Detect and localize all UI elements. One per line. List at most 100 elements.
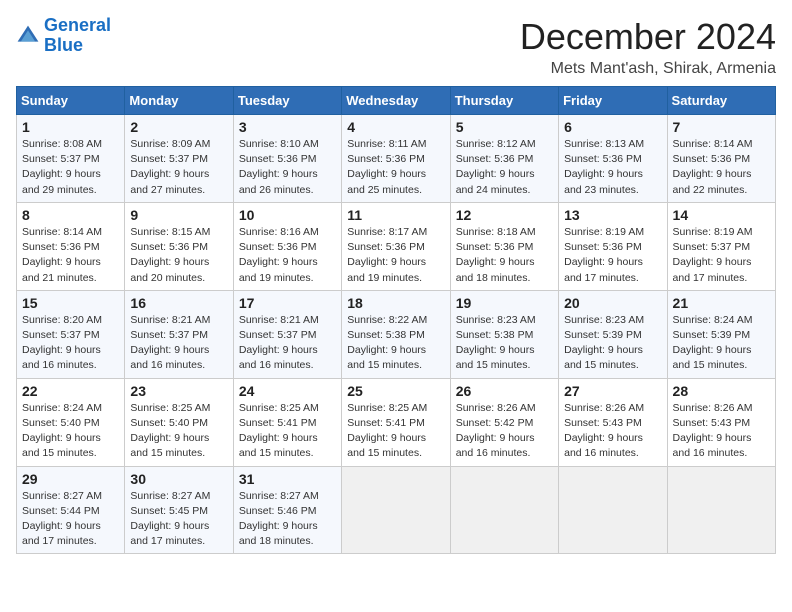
day-info: Sunrise: 8:21 AMSunset: 5:37 PMDaylight:… [130,313,227,374]
day-info: Sunrise: 8:24 AMSunset: 5:40 PMDaylight:… [22,401,119,462]
calendar-cell: 10Sunrise: 8:16 AMSunset: 5:36 PMDayligh… [233,202,341,290]
day-info: Sunrise: 8:26 AMSunset: 5:43 PMDaylight:… [564,401,661,462]
calendar-title: December 2024 [520,16,776,58]
day-info: Sunrise: 8:19 AMSunset: 5:36 PMDaylight:… [564,225,661,286]
day-number: 7 [673,119,770,135]
calendar-cell: 24 Sunrise: 8:25 AMSunset: 5:41 PMDayligh… [233,378,341,466]
day-info: Sunrise: 8:23 AMSunset: 5:38 PMDaylight:… [456,313,553,374]
day-info: Sunrise: 8:12 AMSunset: 5:36 PMDaylight:… [456,137,553,198]
calendar-cell: 6 Sunrise: 8:13 AMSunset: 5:36 PMDaylight… [559,115,667,203]
header-day-friday: Friday [559,87,667,115]
day-info: Sunrise: 8:27 AMSunset: 5:45 PMDaylight:… [130,489,227,550]
calendar-cell: 15Sunrise: 8:20 AMSunset: 5:37 PMDayligh… [17,290,125,378]
day-info: Sunrise: 8:08 AMSunset: 5:37 PMDaylight:… [22,137,119,198]
calendar-header-row: SundayMondayTuesdayWednesdayThursdayFrid… [17,87,776,115]
logo-icon [16,24,40,48]
day-info: Sunrise: 8:14 AMSunset: 5:36 PMDaylight:… [22,225,119,286]
day-number: 30 [130,471,227,487]
calendar-cell: 28 Sunrise: 8:26 AMSunset: 5:43 PMDayligh… [667,378,775,466]
header-day-thursday: Thursday [450,87,558,115]
day-info: Sunrise: 8:26 AMSunset: 5:43 PMDaylight:… [673,401,770,462]
day-number: 27 [564,383,661,399]
day-info: Sunrise: 8:25 AMSunset: 5:41 PMDaylight:… [239,401,336,462]
day-number: 1 [22,119,119,135]
calendar-cell: 4 Sunrise: 8:11 AMSunset: 5:36 PMDaylight… [342,115,450,203]
calendar-cell: 23Sunrise: 8:25 AMSunset: 5:40 PMDayligh… [125,378,233,466]
day-info: Sunrise: 8:21 AMSunset: 5:37 PMDaylight:… [239,313,336,374]
day-info: Sunrise: 8:27 AMSunset: 5:46 PMDaylight:… [239,489,336,550]
calendar-cell: 16 Sunrise: 8:21 AMSunset: 5:37 PMDayligh… [125,290,233,378]
day-info: Sunrise: 8:20 AMSunset: 5:37 PMDaylight:… [22,313,119,374]
calendar-cell: 7 Sunrise: 8:14 AMSunset: 5:36 PMDaylight… [667,115,775,203]
day-number: 29 [22,471,119,487]
day-info: Sunrise: 8:17 AMSunset: 5:36 PMDaylight:… [347,225,444,286]
day-number: 10 [239,207,336,223]
calendar-cell: 3 Sunrise: 8:10 AMSunset: 5:36 PMDaylight… [233,115,341,203]
logo-text: General Blue [44,16,111,56]
day-number: 13 [564,207,661,223]
calendar-cell: 19 Sunrise: 8:23 AMSunset: 5:38 PMDayligh… [450,290,558,378]
day-number: 21 [673,295,770,311]
calendar-cell: 17 Sunrise: 8:21 AMSunset: 5:37 PMDayligh… [233,290,341,378]
calendar-cell: 26Sunrise: 8:26 AMSunset: 5:42 PMDayligh… [450,378,558,466]
week-row-1: 1 Sunrise: 8:08 AMSunset: 5:37 PMDaylight… [17,115,776,203]
calendar-cell: 9Sunrise: 8:15 AMSunset: 5:36 PMDaylight… [125,202,233,290]
week-row-3: 15Sunrise: 8:20 AMSunset: 5:37 PMDayligh… [17,290,776,378]
day-info: Sunrise: 8:23 AMSunset: 5:39 PMDaylight:… [564,313,661,374]
day-number: 23 [130,383,227,399]
day-number: 24 [239,383,336,399]
day-number: 17 [239,295,336,311]
calendar-cell: 29 Sunrise: 8:27 AMSunset: 5:44 PMDayligh… [17,466,125,554]
page-header: General Blue December 2024 Mets Mant'ash… [16,16,776,78]
calendar-cell: 11 Sunrise: 8:17 AMSunset: 5:36 PMDayligh… [342,202,450,290]
calendar-cell: 12 Sunrise: 8:18 AMSunset: 5:36 PMDayligh… [450,202,558,290]
day-info: Sunrise: 8:11 AMSunset: 5:36 PMDaylight:… [347,137,444,198]
day-number: 4 [347,119,444,135]
calendar-cell: 22 Sunrise: 8:24 AMSunset: 5:40 PMDayligh… [17,378,125,466]
day-number: 22 [22,383,119,399]
calendar-cell: 14 Sunrise: 8:19 AMSunset: 5:37 PMDayligh… [667,202,775,290]
day-info: Sunrise: 8:19 AMSunset: 5:37 PMDaylight:… [673,225,770,286]
day-number: 28 [673,383,770,399]
day-info: Sunrise: 8:10 AMSunset: 5:36 PMDaylight:… [239,137,336,198]
day-number: 31 [239,471,336,487]
day-info: Sunrise: 8:09 AMSunset: 5:37 PMDaylight:… [130,137,227,198]
calendar-table: SundayMondayTuesdayWednesdayThursdayFrid… [16,86,776,554]
day-number: 11 [347,207,444,223]
calendar-cell: 21 Sunrise: 8:24 AMSunset: 5:39 PMDayligh… [667,290,775,378]
calendar-cell: 13 Sunrise: 8:19 AMSunset: 5:36 PMDayligh… [559,202,667,290]
day-number: 12 [456,207,553,223]
logo: General Blue [16,16,111,56]
calendar-cell: 18Sunrise: 8:22 AMSunset: 5:38 PMDayligh… [342,290,450,378]
calendar-cell: 30 Sunrise: 8:27 AMSunset: 5:45 PMDayligh… [125,466,233,554]
header-day-tuesday: Tuesday [233,87,341,115]
day-info: Sunrise: 8:27 AMSunset: 5:44 PMDaylight:… [22,489,119,550]
day-number: 19 [456,295,553,311]
day-number: 18 [347,295,444,311]
day-number: 6 [564,119,661,135]
calendar-cell: 20 Sunrise: 8:23 AMSunset: 5:39 PMDayligh… [559,290,667,378]
day-info: Sunrise: 8:18 AMSunset: 5:36 PMDaylight:… [456,225,553,286]
day-number: 3 [239,119,336,135]
calendar-body: 1 Sunrise: 8:08 AMSunset: 5:37 PMDaylight… [17,115,776,554]
week-row-4: 22 Sunrise: 8:24 AMSunset: 5:40 PMDayligh… [17,378,776,466]
day-number: 5 [456,119,553,135]
day-info: Sunrise: 8:24 AMSunset: 5:39 PMDaylight:… [673,313,770,374]
header-day-monday: Monday [125,87,233,115]
calendar-cell: 8Sunrise: 8:14 AMSunset: 5:36 PMDaylight… [17,202,125,290]
day-info: Sunrise: 8:13 AMSunset: 5:36 PMDaylight:… [564,137,661,198]
calendar-cell [559,466,667,554]
day-number: 9 [130,207,227,223]
day-info: Sunrise: 8:14 AMSunset: 5:36 PMDaylight:… [673,137,770,198]
day-number: 20 [564,295,661,311]
day-number: 26 [456,383,553,399]
calendar-cell: 31 Sunrise: 8:27 AMSunset: 5:46 PMDayligh… [233,466,341,554]
week-row-5: 29 Sunrise: 8:27 AMSunset: 5:44 PMDayligh… [17,466,776,554]
day-number: 16 [130,295,227,311]
calendar-cell: 27 Sunrise: 8:26 AMSunset: 5:43 PMDayligh… [559,378,667,466]
header-day-saturday: Saturday [667,87,775,115]
day-number: 14 [673,207,770,223]
header-day-wednesday: Wednesday [342,87,450,115]
calendar-cell: 25Sunrise: 8:25 AMSunset: 5:41 PMDayligh… [342,378,450,466]
calendar-cell [450,466,558,554]
